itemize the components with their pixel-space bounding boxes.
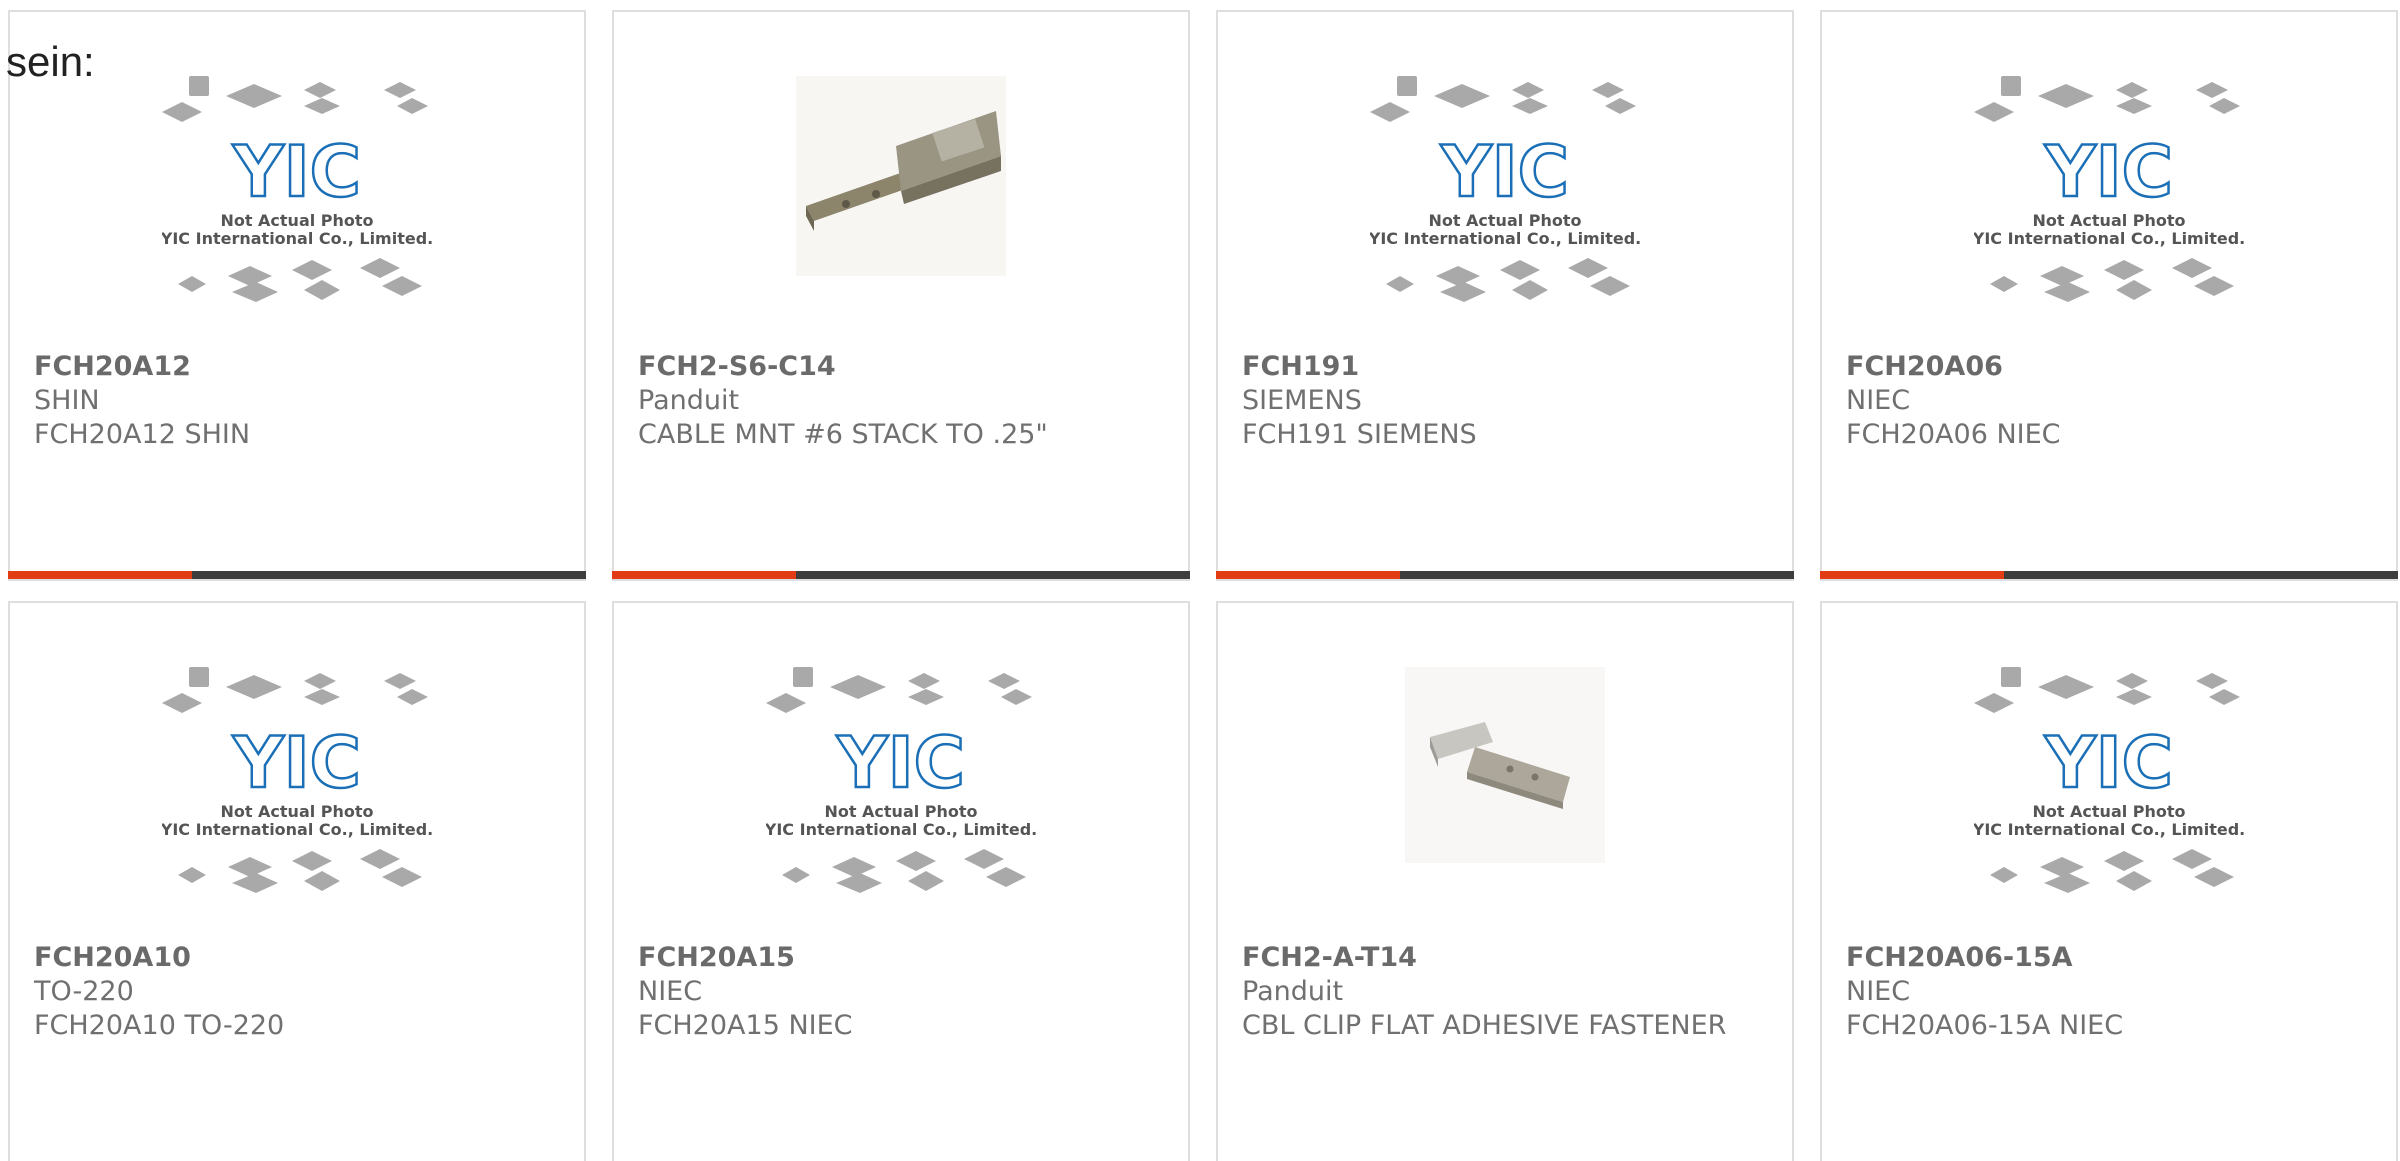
svg-text:Not Actual Photo: Not Actual Photo xyxy=(824,802,977,821)
yic-logo: YIC xyxy=(1440,131,1569,213)
description: CABLE MNT #6 STACK TO .25" xyxy=(638,419,1048,450)
prefix-text: sein: xyxy=(6,38,95,85)
yic-not-actual-photo-placeholder: YIC Not Actual Photo YIC International C… xyxy=(1974,667,2244,893)
description: FCH20A06-15A NIEC xyxy=(1846,1010,2124,1041)
card-bottom-bar xyxy=(612,571,1190,579)
yic-logo: YIC xyxy=(836,722,965,804)
product-card[interactable]: YIC Not Actual Photo YIC International C… xyxy=(1216,10,1794,581)
manufacturer: NIEC xyxy=(638,976,703,1007)
manufacturer: Panduit xyxy=(1242,976,1344,1007)
product-grid: YIC Not Actual Photo YIC International C… xyxy=(8,10,2398,1161)
svg-text:Not Actual Photo: Not Actual Photo xyxy=(1428,211,1581,230)
part-number[interactable]: FCH2-A-T14 xyxy=(1242,941,1776,975)
product-card[interactable]: YIC Not Actual Photo YIC International C… xyxy=(8,601,586,1161)
description: CBL CLIP FLAT ADHESIVE FASTENER xyxy=(1242,1010,1727,1041)
yic-not-actual-photo-placeholder: YIC Not Actual Photo YIC International C… xyxy=(1974,76,2244,302)
product-image: YIC Not Actual Photo YIC International C… xyxy=(1218,76,1792,356)
part-number[interactable]: FCH20A06 xyxy=(1846,350,2380,384)
manufacturer: Panduit xyxy=(638,385,740,416)
description: FCH20A12 SHIN xyxy=(34,419,251,450)
card-bottom-bar xyxy=(1820,571,2398,579)
yic-not-actual-photo-placeholder: YIC Not Actual Photo YIC International C… xyxy=(766,667,1036,893)
svg-text:YIC International Co., Limited: YIC International Co., Limited. xyxy=(162,820,432,839)
manufacturer: NIEC xyxy=(1846,385,1911,416)
svg-text:Not Actual Photo: Not Actual Photo xyxy=(220,211,373,230)
part-number[interactable]: FCH20A15 xyxy=(638,941,1172,975)
cable-mount-photo xyxy=(796,76,1006,276)
product-grid-page: sein: YIC Not Actual Photo YIC Internati… xyxy=(0,0,2400,1161)
part-number[interactable]: FCH20A10 xyxy=(34,941,568,975)
product-card[interactable]: FCH2-A-T14 Panduit CBL CLIP FLAT ADHESIV… xyxy=(1216,601,1794,1161)
product-image: YIC Not Actual Photo YIC International C… xyxy=(614,667,1188,947)
manufacturer: TO-220 xyxy=(34,976,134,1007)
product-info: FCH191 SIEMENS FCH191 SIEMENS xyxy=(1242,350,1776,452)
manufacturer: SIEMENS xyxy=(1242,385,1362,416)
product-info: FCH2-S6-C14 Panduit CABLE MNT #6 STACK T… xyxy=(638,350,1172,452)
product-card[interactable]: YIC Not Actual Photo YIC International C… xyxy=(8,10,586,581)
yic-logo: YIC xyxy=(2044,131,2173,213)
card-bottom-bar xyxy=(1216,571,1794,579)
description: FCH191 SIEMENS xyxy=(1242,419,1477,450)
manufacturer: SHIN xyxy=(34,385,100,416)
yic-logo: YIC xyxy=(2044,722,2173,804)
yic-logo: YIC xyxy=(232,722,361,804)
part-number[interactable]: FCH191 xyxy=(1242,350,1776,384)
product-image xyxy=(614,76,1188,356)
svg-text:YIC International Co., Limited: YIC International Co., Limited. xyxy=(1974,229,2244,248)
product-image: YIC Not Actual Photo YIC International C… xyxy=(1822,76,2396,356)
product-image: YIC Not Actual Photo YIC International C… xyxy=(10,667,584,947)
svg-text:Not Actual Photo: Not Actual Photo xyxy=(2032,802,2185,821)
product-info: FCH2-A-T14 Panduit CBL CLIP FLAT ADHESIV… xyxy=(1242,941,1776,1043)
description: FCH20A06 NIEC xyxy=(1846,419,2061,450)
product-card[interactable]: YIC Not Actual Photo YIC International C… xyxy=(1820,10,2398,581)
cable-clip-photo xyxy=(1405,667,1605,863)
description: FCH20A10 TO-220 xyxy=(34,1010,285,1041)
description: FCH20A15 NIEC xyxy=(638,1010,853,1041)
product-image: YIC Not Actual Photo YIC International C… xyxy=(1822,667,2396,947)
svg-text:Not Actual Photo: Not Actual Photo xyxy=(220,802,373,821)
part-number[interactable]: FCH20A12 xyxy=(34,350,568,384)
svg-text:YIC International Co., Limited: YIC International Co., Limited. xyxy=(1370,229,1640,248)
yic-logo: YIC xyxy=(232,131,361,213)
yic-not-actual-photo-placeholder: YIC Not Actual Photo YIC International C… xyxy=(162,76,432,302)
product-card[interactable]: YIC Not Actual Photo YIC International C… xyxy=(612,601,1190,1161)
yic-not-actual-photo-placeholder: YIC Not Actual Photo YIC International C… xyxy=(1370,76,1640,302)
product-info: FCH20A10 TO-220 FCH20A10 TO-220 xyxy=(34,941,568,1043)
svg-text:YIC International Co., Limited: YIC International Co., Limited. xyxy=(1974,820,2244,839)
manufacturer: NIEC xyxy=(1846,976,1911,1007)
svg-text:YIC International Co., Limited: YIC International Co., Limited. xyxy=(766,820,1036,839)
product-image xyxy=(1218,667,1792,947)
part-number[interactable]: FCH2-S6-C14 xyxy=(638,350,1172,384)
svg-text:YIC International Co., Limited: YIC International Co., Limited. xyxy=(162,229,432,248)
yic-not-actual-photo-placeholder: YIC Not Actual Photo YIC International C… xyxy=(162,667,432,893)
product-card[interactable]: YIC Not Actual Photo YIC International C… xyxy=(1820,601,2398,1161)
product-info: FCH20A15 NIEC FCH20A15 NIEC xyxy=(638,941,1172,1043)
product-image: YIC Not Actual Photo YIC International C… xyxy=(10,76,584,356)
product-card[interactable]: FCH2-S6-C14 Panduit CABLE MNT #6 STACK T… xyxy=(612,10,1190,581)
card-bottom-bar xyxy=(8,571,586,579)
product-info: FCH20A06-15A NIEC FCH20A06-15A NIEC xyxy=(1846,941,2380,1043)
product-info: FCH20A12 SHIN FCH20A12 SHIN xyxy=(34,350,568,452)
svg-text:Not Actual Photo: Not Actual Photo xyxy=(2032,211,2185,230)
part-number[interactable]: FCH20A06-15A xyxy=(1846,941,2380,975)
product-info: FCH20A06 NIEC FCH20A06 NIEC xyxy=(1846,350,2380,452)
